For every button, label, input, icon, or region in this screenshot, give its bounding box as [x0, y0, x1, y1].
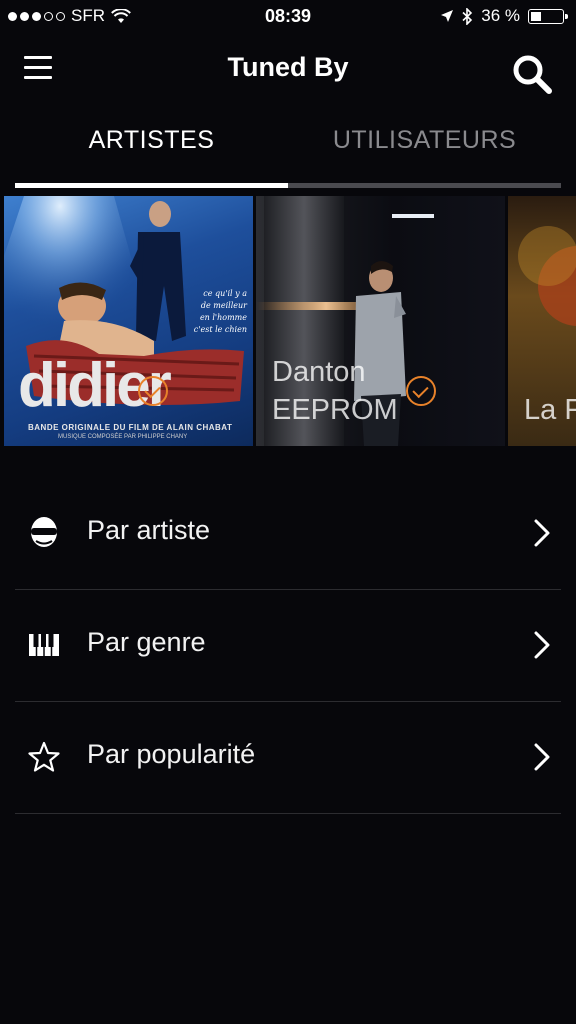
album-caption: MUSIQUE COMPOSÉE PAR PHILIPPE CHANY [58, 434, 188, 440]
tab-indicator [15, 183, 288, 188]
tab-bar: ARTISTES UTILISATEURS [15, 112, 561, 188]
artist-name-line1: Danton [272, 356, 366, 388]
menu-item-par-genre[interactable]: Par genre [15, 590, 561, 702]
chevron-right-icon [534, 519, 550, 547]
page-title: Tuned By [227, 52, 349, 82]
bluetooth-icon [462, 7, 473, 25]
tab-artistes[interactable]: ARTISTES [15, 126, 288, 155]
artist-card[interactable]: Danton EEPROM [256, 196, 505, 446]
browse-menu-list: Par artiste Par genre Par popularité [15, 478, 561, 814]
menu-item-label: Par genre [87, 627, 206, 657]
battery-icon [528, 8, 568, 24]
selected-check-icon [138, 376, 168, 406]
menu-item-par-popularite[interactable]: Par popularité [15, 702, 561, 814]
artist-carousel[interactable]: ce qu'il y a de meilleur en l'homme c'es… [0, 196, 576, 446]
location-arrow-icon [441, 10, 454, 22]
album-quote: ce qu'il y a de meilleur en l'homme c'es… [193, 289, 247, 334]
battery-percent: 36 % [481, 6, 520, 25]
artist-card[interactable]: La F [508, 196, 576, 446]
album-subtitle: BANDE ORIGINALE DU FILM DE ALAIN CHABAT [28, 423, 233, 432]
status-bar: SFR 08:39 36 % [0, 0, 576, 34]
piano-keys-icon [29, 634, 59, 656]
artist-name-line2: EEPROM [272, 394, 398, 426]
menu-item-label: Par popularité [87, 739, 256, 769]
chevron-right-icon [534, 743, 550, 771]
status-right: 36 % [440, 6, 568, 26]
selected-check-icon [406, 376, 436, 406]
menu-item-label: Par artiste [87, 515, 211, 545]
navigation-bar: Tuned By [0, 40, 576, 96]
artist-mask-icon [31, 517, 57, 547]
chevron-right-icon [534, 631, 550, 659]
menu-item-par-artiste[interactable]: Par artiste [15, 478, 561, 590]
artist-card[interactable]: ce qu'il y a de meilleur en l'homme c'es… [4, 196, 253, 446]
tab-utilisateurs[interactable]: UTILISATEURS [288, 126, 561, 155]
search-icon[interactable] [510, 52, 554, 96]
artist-name-line1: La F [524, 394, 576, 426]
star-outline-icon [28, 741, 60, 772]
